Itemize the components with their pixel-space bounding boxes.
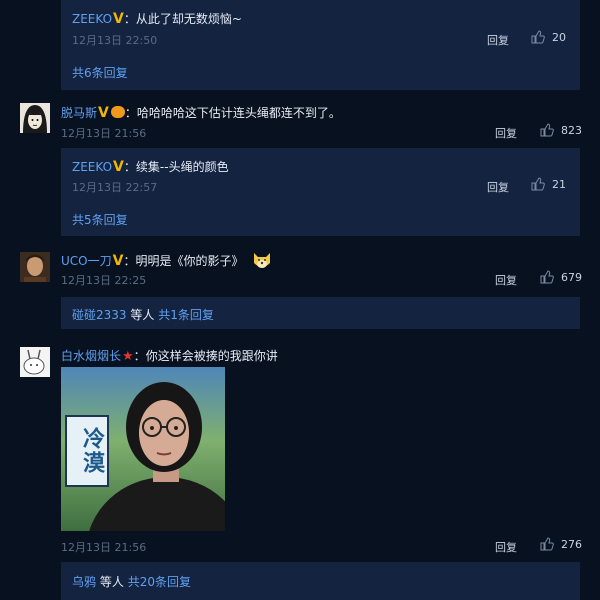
like-count: 20 bbox=[552, 30, 566, 44]
vip-v-icon: V bbox=[112, 253, 124, 269]
view-replies-link[interactable]: 共1条回复 bbox=[158, 308, 214, 322]
thumbs-up-icon bbox=[540, 270, 554, 284]
reply-button[interactable]: 回复 bbox=[487, 179, 509, 195]
reply-user-link[interactable]: 乌鸦 bbox=[72, 575, 96, 589]
thumbs-up-icon bbox=[531, 177, 545, 191]
reply-box: ZEEKOV：从此了却无数烦恼~ 12月13日 22:50 回复 20 共6条回… bbox=[61, 0, 580, 90]
avatar[interactable] bbox=[20, 252, 50, 282]
reply-summary-mid: 等人 bbox=[130, 308, 155, 322]
image-caption: 冷漠 bbox=[65, 415, 109, 487]
colon: ： bbox=[124, 106, 137, 120]
comment-timestamp: 12月13日 21:56 bbox=[61, 541, 147, 554]
thumbs-up-icon bbox=[531, 30, 545, 44]
avatar-image bbox=[23, 105, 47, 133]
vip-v-icon: V bbox=[98, 105, 109, 121]
comment-username[interactable]: 脱马斯 bbox=[61, 106, 97, 120]
view-replies-link[interactable]: 共5条回复 bbox=[72, 211, 128, 228]
reply-text: 续集--头绳的颜色 bbox=[135, 160, 229, 174]
reply-line: ZEEKOV：续集--头绳的颜色 bbox=[72, 156, 229, 175]
comment-username[interactable]: UCO一刀 bbox=[61, 254, 112, 268]
reply-timestamp: 12月13日 22:57 bbox=[72, 181, 158, 194]
star-icon: ★ bbox=[122, 349, 134, 364]
like-count: 679 bbox=[561, 270, 582, 284]
reply-button[interactable]: 回复 bbox=[495, 539, 517, 555]
comment-feed: ZEEKOV：从此了却无数烦恼~ 12月13日 22:50 回复 20 共6条回… bbox=[0, 0, 600, 600]
reply-user-link[interactable]: 碰碰2333 bbox=[72, 308, 127, 322]
reply-text: 从此了却无数烦恼~ bbox=[135, 12, 242, 26]
reply-summary: 乌鸦 等人 共20条回复 bbox=[72, 573, 191, 590]
avatar-image bbox=[20, 347, 50, 377]
comment-image[interactable]: 冷漠 bbox=[61, 367, 225, 531]
reply-summary-mid: 等人 bbox=[99, 575, 124, 589]
colon: ： bbox=[123, 254, 136, 268]
comment-text: 你这样会被揍的我跟你讲 bbox=[145, 349, 278, 363]
reply-line: ZEEKOV：从此了却无数烦恼~ bbox=[72, 8, 242, 27]
avatar[interactable] bbox=[20, 347, 50, 377]
thumbs-up-icon bbox=[540, 123, 554, 137]
like-button[interactable]: 21 bbox=[531, 177, 566, 191]
reply-button[interactable]: 回复 bbox=[495, 272, 517, 288]
reply-username[interactable]: ZEEKO bbox=[72, 12, 112, 26]
reply-username[interactable]: ZEEKO bbox=[72, 160, 112, 174]
comment-line: 白水烟烟长★：你这样会被揍的我跟你讲 bbox=[61, 345, 278, 364]
like-button[interactable]: 679 bbox=[540, 270, 582, 284]
comment-text: 明明是《你的影子》 bbox=[135, 254, 244, 268]
reply-box: ZEEKOV：续集--头绳的颜色 12月13日 22:57 回复 21 共5条回… bbox=[61, 148, 580, 236]
like-count: 823 bbox=[561, 123, 582, 137]
reply-timestamp: 12月13日 22:50 bbox=[72, 34, 158, 47]
like-button[interactable]: 276 bbox=[540, 537, 582, 551]
reply-button[interactable]: 回复 bbox=[487, 32, 509, 48]
doge-emoji bbox=[253, 253, 270, 268]
like-count: 21 bbox=[552, 177, 566, 191]
reply-summary-box: 碰碰2333 等人 共1条回复 bbox=[61, 297, 580, 329]
like-count: 276 bbox=[561, 537, 582, 551]
colon: ： bbox=[123, 12, 136, 26]
colon: ： bbox=[133, 349, 146, 363]
like-button[interactable]: 20 bbox=[531, 30, 566, 44]
comment-username[interactable]: 白水烟烟长 bbox=[61, 349, 121, 363]
comment-timestamp: 12月13日 22:25 bbox=[61, 274, 147, 287]
comment-line: UCO一刀V：明明是《你的影子》 bbox=[61, 249, 273, 271]
vip-v-icon: V bbox=[113, 159, 124, 175]
reply-button[interactable]: 回复 bbox=[495, 125, 517, 141]
reply-summary-box: 乌鸦 等人 共20条回复 bbox=[61, 562, 580, 600]
reply-summary: 碰碰2333 等人 共1条回复 bbox=[72, 306, 214, 323]
like-button[interactable]: 823 bbox=[540, 123, 582, 137]
sticker-icon bbox=[110, 106, 125, 118]
avatar-image bbox=[20, 252, 50, 282]
view-replies-link[interactable]: 共6条回复 bbox=[72, 64, 128, 81]
comment-text: 哈哈哈哈这下估计连头绳都连不到了。 bbox=[136, 106, 341, 120]
comment-line: 脱马斯V ：哈哈哈哈这下估计连头绳都连不到了。 bbox=[61, 102, 341, 121]
view-replies-link[interactable]: 共20条回复 bbox=[128, 575, 191, 589]
comment-timestamp: 12月13日 21:56 bbox=[61, 127, 147, 140]
colon: ： bbox=[123, 160, 136, 174]
vip-v-icon: V bbox=[113, 11, 124, 27]
avatar[interactable] bbox=[20, 103, 50, 133]
thumbs-up-icon bbox=[540, 537, 554, 551]
